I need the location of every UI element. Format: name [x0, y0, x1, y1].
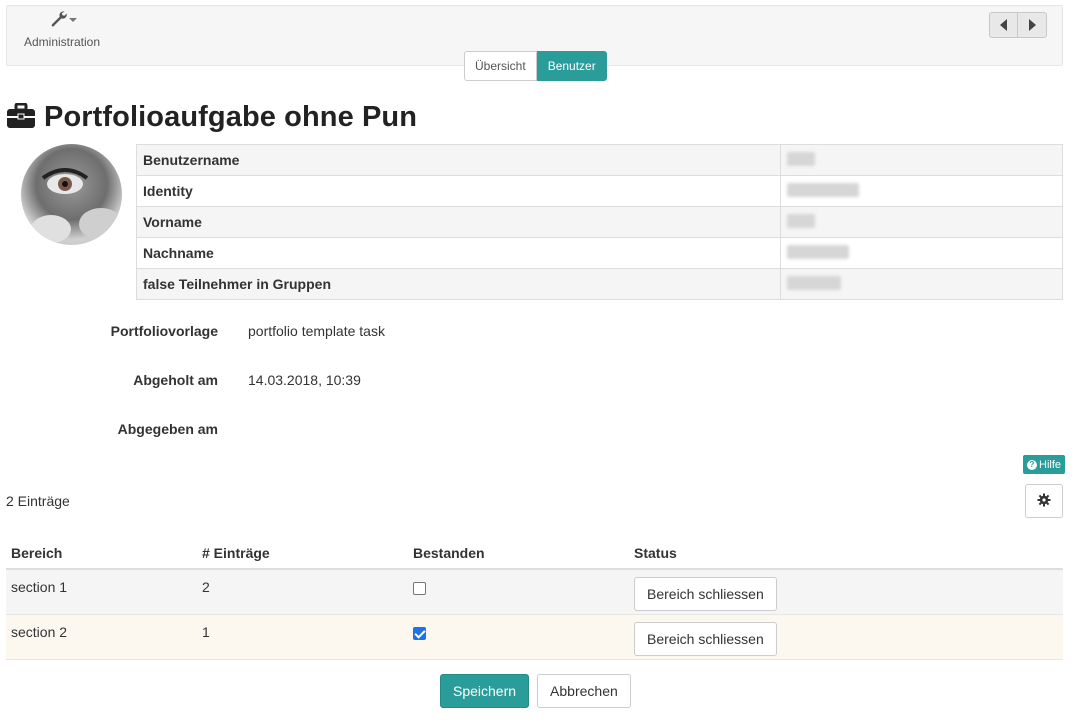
cell-bereich: section 2: [6, 614, 197, 660]
wrench-icon: [45, 9, 79, 29]
administration-menu[interactable]: Administration: [21, 9, 103, 49]
table-row: section 1 2 Bereich schliessen: [6, 569, 1063, 615]
save-button[interactable]: Speichern: [440, 674, 530, 708]
field-abgegeben-am: Abgegeben am: [0, 421, 248, 437]
info-row-nachname: Nachname: [136, 237, 1063, 269]
cell-status: Bereich schliessen: [629, 569, 1063, 615]
sections-table: Bereich # Einträge Bestanden Status sect…: [6, 538, 1063, 660]
close-section-button[interactable]: Bereich schliessen: [634, 577, 777, 611]
tab-bar: Übersicht Benutzer: [464, 51, 607, 81]
page-title: Portfolioaufgabe ohne Pun: [44, 101, 418, 133]
entries-count: 2 Einträge: [6, 493, 70, 509]
chevron-left-icon: [1000, 19, 1007, 31]
user-info-table: Benutzername Identity Vorname Nachname f…: [136, 144, 1063, 300]
chevron-right-icon: [1028, 19, 1036, 31]
form-actions: Speichern Abbrechen: [440, 674, 631, 708]
briefcase-icon: [6, 102, 36, 132]
info-label: Identity: [136, 175, 781, 207]
cancel-button[interactable]: Abbrechen: [537, 674, 631, 708]
avatar: [21, 144, 122, 245]
column-header-bestanden[interactable]: Bestanden: [408, 538, 629, 570]
info-label: Vorname: [136, 206, 781, 238]
table-header-row: Bereich # Einträge Bestanden Status: [6, 538, 1063, 570]
question-icon: ?: [1027, 459, 1037, 470]
field-label: Abgeholt am: [133, 372, 218, 388]
bestanden-checkbox[interactable]: [413, 626, 426, 640]
info-row-vorname: Vorname: [136, 206, 1063, 238]
close-section-button[interactable]: Bereich schliessen: [634, 621, 777, 656]
info-label: Nachname: [136, 237, 781, 269]
info-value: [780, 268, 1063, 300]
field-abgeholt-am: Abgeholt am 14.03.2018, 10:39: [0, 372, 361, 388]
cell-status: Bereich schliessen: [629, 614, 1063, 660]
cell-bereich: section 1: [6, 569, 197, 615]
field-value: 14.03.2018, 10:39: [248, 372, 361, 388]
field-value: portfolio template task: [248, 323, 385, 339]
field-label: Abgegeben am: [117, 421, 218, 437]
column-header-status[interactable]: Status: [629, 538, 1063, 570]
info-label: Benutzername: [136, 144, 781, 176]
tab-uebersicht[interactable]: Übersicht: [464, 51, 537, 81]
field-portfoliovorlage: Portfoliovorlage portfolio template task: [0, 323, 385, 339]
tab-benutzer[interactable]: Benutzer: [536, 51, 607, 81]
administration-label: Administration: [23, 35, 101, 49]
cell-eintraege: 1: [197, 614, 408, 660]
help-label: Hilfe: [1039, 458, 1062, 471]
chevron-down-icon: [69, 18, 77, 22]
info-value: [780, 144, 1063, 176]
cell-bestanden: [408, 614, 629, 660]
next-button[interactable]: [1018, 12, 1047, 38]
table-row: section 2 1 Bereich schliessen: [6, 614, 1063, 660]
field-label: Portfoliovorlage: [110, 323, 218, 339]
info-row-benutzername: Benutzername: [136, 144, 1063, 176]
info-row-gruppen: false Teilnehmer in Gruppen: [136, 268, 1063, 300]
info-value: [780, 237, 1063, 269]
column-header-eintraege[interactable]: # Einträge: [197, 538, 408, 570]
info-value: [780, 206, 1063, 238]
previous-button[interactable]: [989, 12, 1018, 38]
table-settings-button[interactable]: [1025, 484, 1063, 518]
pager: [989, 12, 1047, 38]
cell-bestanden: [408, 569, 629, 615]
page-title-row: Portfolioaufgabe ohne Pun: [6, 101, 417, 134]
info-value: [780, 175, 1063, 207]
cell-eintraege: 2: [197, 569, 408, 615]
info-label: false Teilnehmer in Gruppen: [136, 268, 781, 300]
column-header-bereich[interactable]: Bereich: [6, 538, 197, 570]
info-row-identity: Identity: [136, 175, 1063, 207]
bestanden-checkbox[interactable]: [413, 582, 426, 595]
help-button[interactable]: ? Hilfe: [1023, 455, 1066, 474]
gear-icon: [1037, 493, 1051, 510]
